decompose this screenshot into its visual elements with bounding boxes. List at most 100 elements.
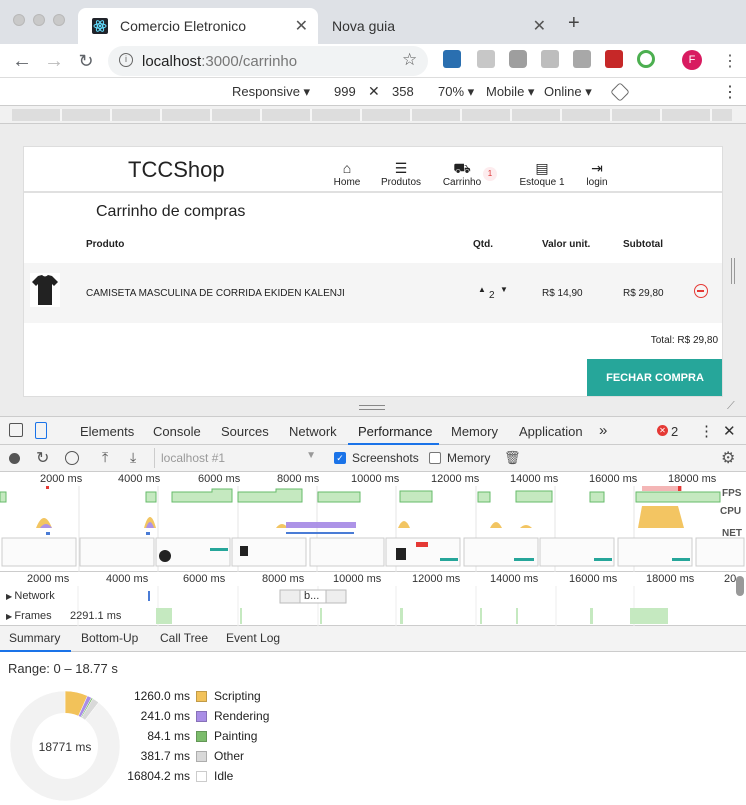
frames-track-toggle[interactable]: ▶ Frames (6, 610, 52, 622)
rotate-icon[interactable] (610, 82, 630, 102)
forward-arrow-icon[interactable]: → (42, 50, 66, 73)
settings-gear-icon[interactable]: ⚙ (721, 448, 735, 468)
shop-header: TCCShop ⌂ Home ☰ Produtos ⛟ Carrinho 1 ▤… (24, 147, 722, 193)
device-toggle-icon[interactable] (35, 422, 47, 439)
extension-icon[interactable] (443, 50, 461, 68)
network-request-chip[interactable]: b... (304, 590, 319, 602)
tab-performance[interactable]: Performance (358, 424, 432, 439)
qty-value: 2 (489, 290, 495, 301)
profile-avatar[interactable]: F (682, 50, 702, 70)
memory-checkbox[interactable] (429, 452, 441, 464)
nav-label: Carrinho (442, 177, 482, 188)
screenshots-checkbox[interactable]: ✓ (334, 452, 346, 464)
collect-garbage-icon[interactable]: 🗑 (504, 450, 521, 466)
close-devtools-icon[interactable]: ✕ (723, 422, 736, 440)
viewport-resize-handle[interactable] (731, 258, 735, 284)
viewport-height-input[interactable]: 358 (392, 84, 414, 99)
url-input[interactable]: i localhost:3000/carrinho ☆ (108, 46, 428, 76)
extension-icon[interactable] (477, 50, 495, 68)
tab-sources[interactable]: Sources (221, 424, 269, 439)
frames-track-label: Frames (14, 610, 52, 622)
network-track-toggle[interactable]: ▶ Network (6, 590, 55, 602)
new-tab-icon[interactable]: + (568, 12, 580, 35)
overview-tick: 12000 ms (431, 473, 480, 485)
reload-record-icon[interactable]: ↻ (36, 448, 49, 468)
net-label: NET (722, 528, 742, 539)
checkout-button[interactable]: FECHAR COMPRA (587, 359, 722, 396)
col-qty: Qtd. (473, 239, 493, 250)
extension-icon[interactable] (541, 50, 559, 68)
error-icon[interactable]: ✕ (657, 425, 668, 436)
timeline-tick: 12000 ms (412, 573, 461, 585)
inspect-element-icon[interactable] (9, 423, 23, 437)
tab-elements[interactable]: Elements (80, 424, 134, 439)
zoom-select[interactable]: 70% ▾ (438, 84, 474, 100)
nav-home[interactable]: ⌂ Home (332, 161, 362, 188)
nav-cart[interactable]: ⛟ Carrinho (440, 161, 484, 188)
device-menu-kebab-icon[interactable]: ⋮ (722, 82, 738, 102)
close-window-button[interactable] (13, 14, 25, 26)
nav-stock[interactable]: ▤ Estoque 1 (516, 161, 568, 188)
close-tab-icon[interactable]: ✕ (533, 16, 546, 36)
range-label: Range: 0 – 18.77 s (8, 661, 118, 676)
nav-login[interactable]: ⇥ login (584, 161, 610, 188)
maximize-window-button[interactable] (53, 14, 65, 26)
back-arrow-icon[interactable]: ← (10, 50, 34, 73)
devtools-menu-icon[interactable]: ⋮ (699, 422, 714, 440)
tab-event-log[interactable]: Event Log (226, 631, 280, 645)
browser-tab-active[interactable]: Comercio Eletronico ✕ (78, 8, 318, 44)
info-icon[interactable]: i (119, 53, 133, 67)
summary-value: 241.0 ms (140, 709, 190, 723)
overview-tick: 10000 ms (351, 473, 400, 485)
close-tab-icon[interactable]: ✕ (295, 16, 308, 36)
corner-resize-icon[interactable]: ⟋ (727, 400, 735, 413)
viewport-width-input[interactable]: 999 (334, 84, 356, 99)
tab-call-tree[interactable]: Call Tree (160, 631, 208, 645)
upload-icon[interactable]: ⤒ (102, 449, 108, 466)
drive-icon[interactable] (573, 50, 591, 68)
qty-increase-icon[interactable]: ▲ (478, 285, 486, 294)
shop-logo[interactable]: TCCShop (128, 157, 225, 183)
remove-item-icon[interactable] (694, 284, 708, 298)
react-favicon-icon (92, 18, 108, 34)
shop-page: TCCShop ⌂ Home ☰ Produtos ⛟ Carrinho 1 ▤… (23, 146, 723, 397)
device-mode-select[interactable]: Responsive ▾ (232, 84, 310, 100)
browser-tab[interactable]: Nova guia ✕ (318, 8, 556, 44)
tab-summary[interactable]: Summary (9, 631, 60, 645)
tab-console[interactable]: Console (153, 424, 201, 439)
record-icon[interactable] (9, 453, 20, 464)
bookmark-star-icon[interactable]: ☆ (402, 50, 417, 70)
tab-memory[interactable]: Memory (451, 424, 498, 439)
devtools-tab-strip: Elements Console Sources Network Perform… (0, 417, 746, 445)
login-icon: ⇥ (591, 160, 603, 176)
qty-decrease-icon[interactable]: ▼ (500, 285, 508, 294)
extension-icon[interactable] (637, 50, 655, 68)
reload-icon[interactable]: ↻ (74, 51, 98, 72)
overview-tick: 6000 ms (198, 473, 241, 485)
more-tabs-icon[interactable]: » (599, 422, 607, 439)
tab-bottom-up[interactable]: Bottom-Up (81, 631, 138, 645)
media-query-bars[interactable] (12, 109, 732, 121)
extension-icon[interactable] (605, 50, 623, 68)
extension-icon[interactable] (509, 50, 527, 68)
clear-icon[interactable] (65, 451, 79, 465)
viewport-bottom-resize-handle[interactable] (359, 405, 385, 410)
product-thumbnail (30, 273, 60, 307)
minimize-window-button[interactable] (33, 14, 45, 26)
stock-icon: ▤ (535, 160, 549, 176)
download-icon[interactable]: ⤓ (130, 449, 136, 466)
device-type-select[interactable]: Mobile ▾ (486, 84, 534, 100)
error-count[interactable]: 2 (671, 424, 678, 439)
nav-products[interactable]: ☰ Produtos (378, 161, 424, 188)
recording-select[interactable]: localhost #1 ▼ (154, 448, 322, 468)
network-throttle-select[interactable]: Online ▾ (544, 84, 592, 100)
timeline-tracks[interactable]: 2000 ms 4000 ms 6000 ms 8000 ms 10000 ms… (0, 572, 746, 626)
details-tab-strip: Summary Bottom-Up Call Tree Event Log (0, 626, 746, 652)
media-query-ruler (0, 106, 746, 124)
menu-kebab-icon[interactable]: ⋮ (722, 51, 738, 71)
timeline-overview[interactable]: 2000 ms 4000 ms 6000 ms 8000 ms 10000 ms… (0, 472, 746, 572)
tab-network[interactable]: Network (289, 424, 337, 439)
dimension-separator-icon: ✕ (368, 83, 380, 99)
timeline-scrollbar[interactable] (736, 576, 744, 596)
tab-application[interactable]: Application (519, 424, 583, 439)
